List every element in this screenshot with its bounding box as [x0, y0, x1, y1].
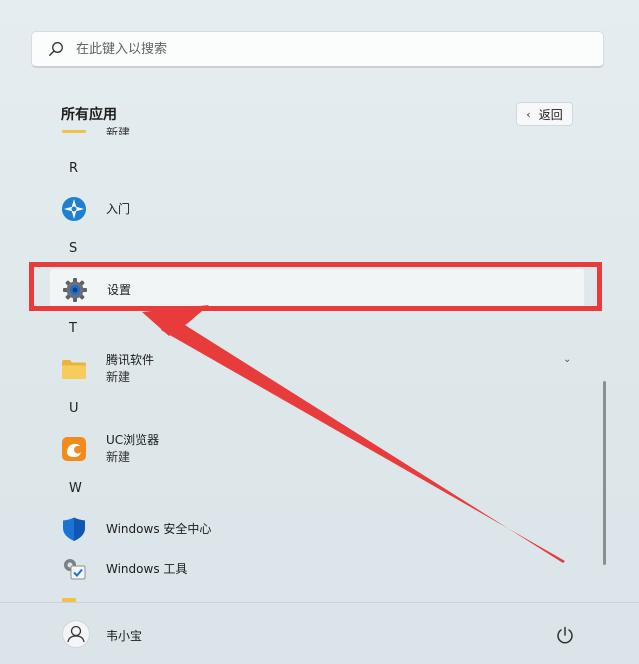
user-avatar-icon	[67, 625, 85, 643]
app-name: 腾讯软件	[106, 353, 155, 367]
app-name: 入门	[106, 202, 131, 216]
app-name: Windows 工具	[106, 562, 188, 576]
folder-icon	[62, 360, 86, 379]
scrollbar[interactable]	[603, 381, 606, 565]
letter-header-r[interactable]: R	[69, 161, 89, 176]
user-name[interactable]: 韦小宝	[106, 627, 142, 644]
user-avatar[interactable]	[62, 620, 90, 648]
app-item-settings[interactable]: 设置	[49, 268, 585, 308]
app-name: 设置	[107, 283, 132, 297]
start-footer: 韦小宝	[0, 602, 639, 664]
app-item-tencent-folder[interactable]: 腾讯软件 新建	[49, 348, 585, 388]
app-name: UC浏览器	[106, 433, 160, 447]
back-label: 返回	[538, 107, 563, 122]
start-menu: 所有应用 ‹ 返回 新建 R 入门 S	[0, 0, 639, 664]
chevron-down-icon[interactable]: ⌄	[563, 354, 571, 365]
back-button[interactable]: ‹ 返回	[516, 102, 573, 126]
partial-item-label: 新建	[106, 127, 131, 135]
gear-icon	[63, 278, 87, 302]
folder-icon	[62, 130, 86, 133]
letter-header-s[interactable]: S	[69, 241, 89, 256]
letter-header-u[interactable]: U	[69, 401, 89, 416]
power-icon[interactable]	[555, 625, 575, 645]
chevron-left-icon: ‹	[526, 107, 531, 121]
search-input[interactable]	[74, 40, 603, 58]
search-icon	[49, 42, 63, 56]
uc-browser-icon	[62, 437, 86, 461]
app-item-windows-security[interactable]: Windows 安全中心	[49, 508, 585, 548]
get-started-icon	[62, 197, 86, 221]
app-subtitle: 新建	[106, 450, 131, 464]
letter-header-w[interactable]: W	[69, 481, 89, 496]
app-name: Windows 安全中心	[106, 522, 212, 536]
app-subtitle: 新建	[106, 370, 131, 384]
letter-header-t[interactable]: T	[69, 321, 89, 336]
app-item-get-started[interactable]: 入门	[49, 188, 585, 228]
section-title: 所有应用	[61, 107, 117, 123]
shield-icon	[63, 517, 85, 541]
search-box[interactable]	[31, 31, 604, 68]
windows-tools-icon	[64, 559, 86, 580]
app-item-uc-browser[interactable]: UC浏览器 新建	[49, 428, 585, 468]
app-item-windows-tools[interactable]: Windows 工具	[49, 548, 585, 588]
app-list[interactable]: 新建 R 入门 S 设置 T 腾讯软件 新建 ⌄ U UC浏览器 新建 W Wi…	[0, 126, 610, 602]
